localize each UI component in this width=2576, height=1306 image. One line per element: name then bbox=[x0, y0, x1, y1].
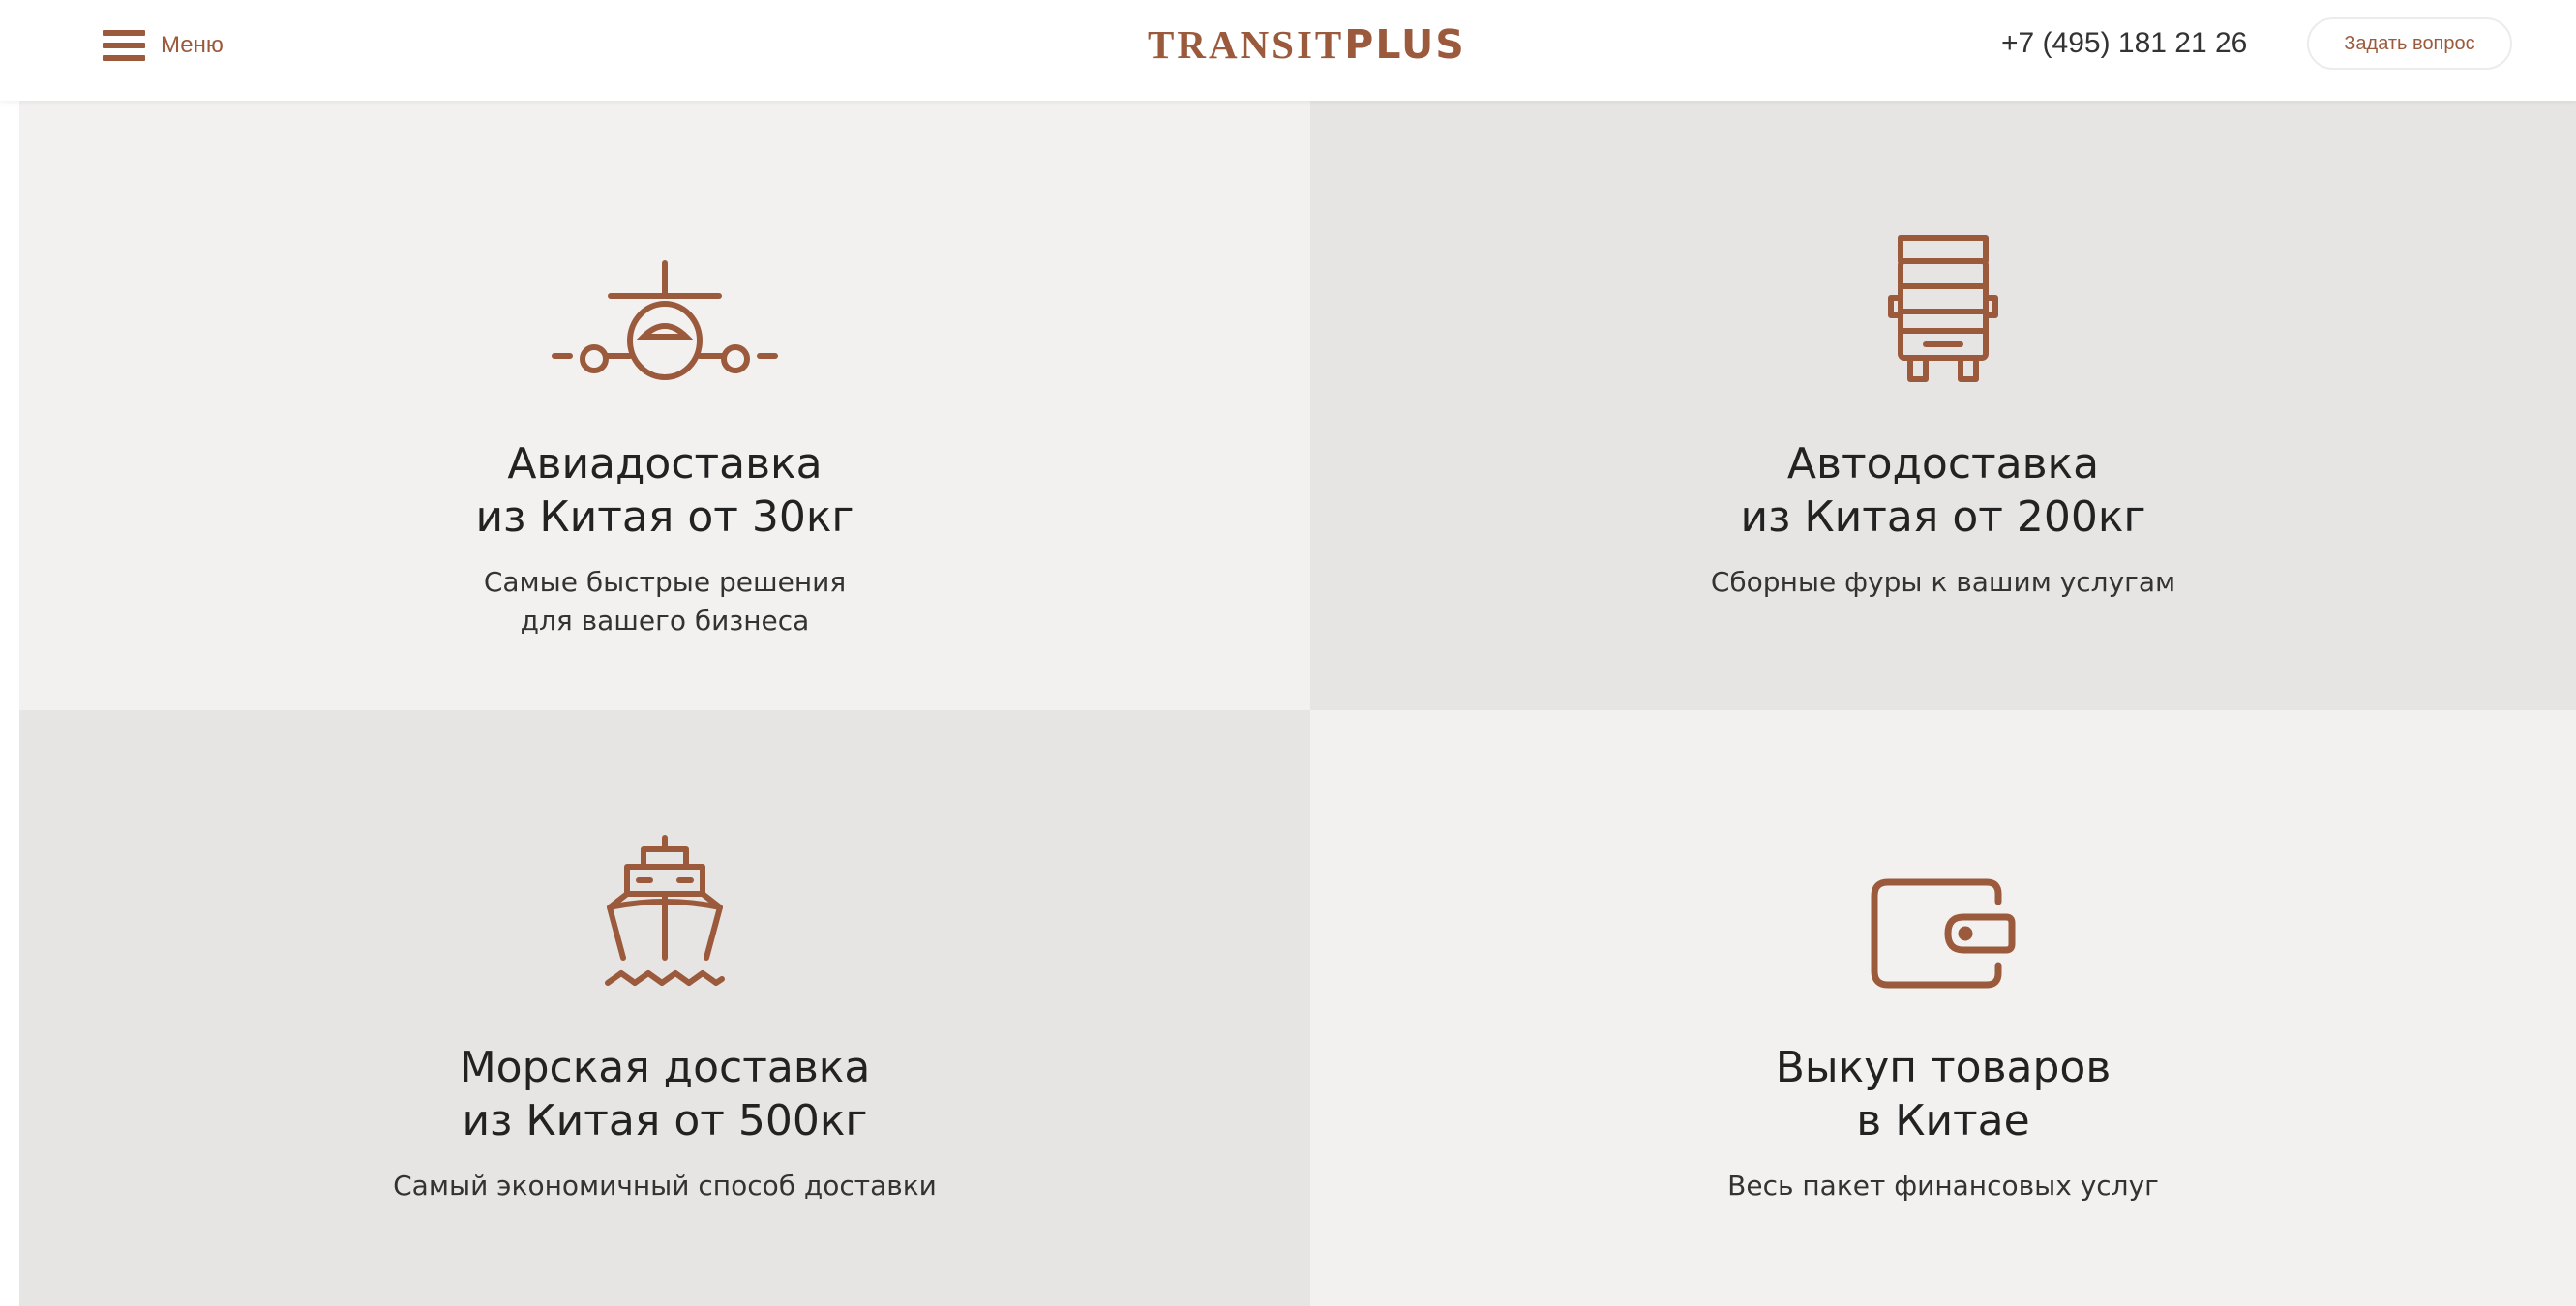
services-grid: Авиадоставка из Китая от 30кг Самые быст… bbox=[19, 101, 2576, 1306]
service-description: Самый экономичный способ доставки bbox=[19, 1167, 1310, 1205]
service-tile-content: Выкуп товаров в Китае Весь пакет финансо… bbox=[1310, 834, 2576, 1205]
service-tile-purchase[interactable]: Выкуп товаров в Китае Весь пакет финансо… bbox=[1310, 710, 2576, 1306]
site-header: Меню TRANSITPLUS +7 (495) 181 21 26 Зада… bbox=[0, 0, 2576, 101]
ask-question-button[interactable]: Задать вопрос bbox=[2307, 17, 2512, 70]
truck-icon bbox=[1888, 235, 1998, 382]
service-description-line: Весь пакет финансовых услуг bbox=[1727, 1170, 2159, 1202]
service-tile-content: Авиадоставка из Китая от 30кг Самые быст… bbox=[19, 240, 1310, 640]
service-title-line: из Китая от 500кг bbox=[462, 1096, 868, 1145]
service-tile-sea[interactable]: Морская доставка из Китая от 500кг Самый… bbox=[19, 710, 1310, 1306]
service-tile-air[interactable]: Авиадоставка из Китая от 30кг Самые быст… bbox=[19, 101, 1310, 710]
menu-button[interactable]: Меню bbox=[103, 25, 224, 66]
service-title: Выкуп товаров в Китае bbox=[1310, 1041, 2576, 1147]
service-title: Авиадоставка из Китая от 30кг bbox=[19, 437, 1310, 544]
airplane-icon bbox=[552, 260, 778, 380]
service-title: Морская доставка из Китая от 500кг bbox=[19, 1041, 1310, 1147]
service-description-line: Самый экономичный способ доставки bbox=[393, 1170, 937, 1202]
service-description-line: для вашего бизнеса bbox=[520, 605, 810, 637]
service-description: Самые быстрые решения для вашего бизнеса bbox=[19, 563, 1310, 640]
phone-number[interactable]: +7 (495) 181 21 26 bbox=[2001, 27, 2247, 60]
menu-label: Меню bbox=[161, 32, 224, 58]
logo-text-transit: TRANSIT bbox=[1148, 22, 1345, 67]
service-tile-road[interactable]: Автодоставка из Китая от 200кг Сборные ф… bbox=[1310, 101, 2576, 710]
service-description: Весь пакет финансовых услуг bbox=[1310, 1167, 2576, 1205]
service-tile-content: Автодоставка из Китая от 200кг Сборные ф… bbox=[1310, 226, 2576, 602]
ship-icon bbox=[605, 835, 725, 986]
logo-text-plus: PLUS bbox=[1344, 21, 1466, 68]
service-title-line: Морская доставка bbox=[459, 1043, 871, 1092]
service-title-line: Выкуп товаров bbox=[1775, 1043, 2112, 1092]
service-tile-content: Морская доставка из Китая от 500кг Самый… bbox=[19, 834, 1310, 1205]
hamburger-icon bbox=[103, 30, 145, 61]
service-title-line: Авиадоставка bbox=[507, 439, 823, 489]
service-title-line: в Китае bbox=[1856, 1096, 2030, 1145]
wallet-icon bbox=[1871, 878, 2016, 989]
service-description-line: Самые быстрые решения bbox=[483, 566, 847, 598]
service-description: Сборные фуры к вашим услугам bbox=[1310, 563, 2576, 602]
service-description-line: Сборные фуры к вашим услугам bbox=[1710, 566, 2176, 598]
site-logo[interactable]: TRANSITPLUS bbox=[1148, 21, 1466, 68]
service-title-line: из Китая от 30кг bbox=[475, 492, 854, 542]
service-title-line: Автодоставка bbox=[1786, 439, 2100, 489]
service-title-line: из Китая от 200кг bbox=[1740, 492, 2146, 542]
service-title: Автодоставка из Китая от 200кг bbox=[1310, 437, 2576, 544]
